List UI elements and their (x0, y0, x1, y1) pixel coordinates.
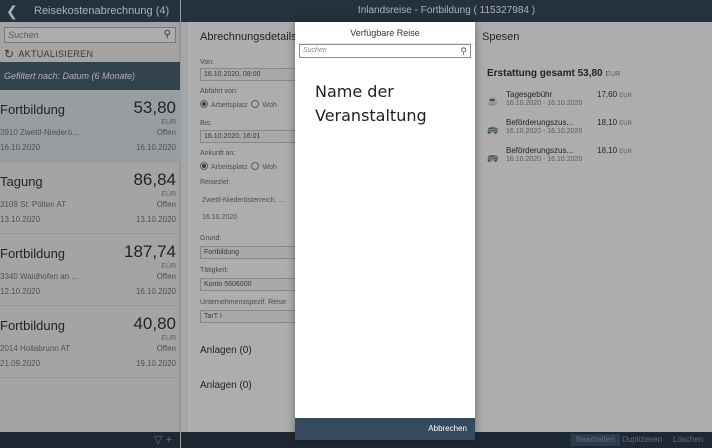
dialog-list-item[interactable]: Name der Veranstaltung (315, 80, 455, 128)
available-trip-dialog: Verfügbare Reise Suchen ⚲ Name der Veran… (295, 22, 475, 440)
dialog-title: Verfügbare Reise (295, 22, 475, 44)
dialog-search-placeholder: Suchen (303, 47, 327, 54)
search-icon[interactable]: ⚲ (460, 45, 467, 57)
dialog-footer: Abbrechen (295, 418, 475, 440)
cancel-button[interactable]: Abbrechen (428, 418, 467, 440)
dialog-search-input[interactable]: Suchen ⚲ (299, 44, 471, 58)
